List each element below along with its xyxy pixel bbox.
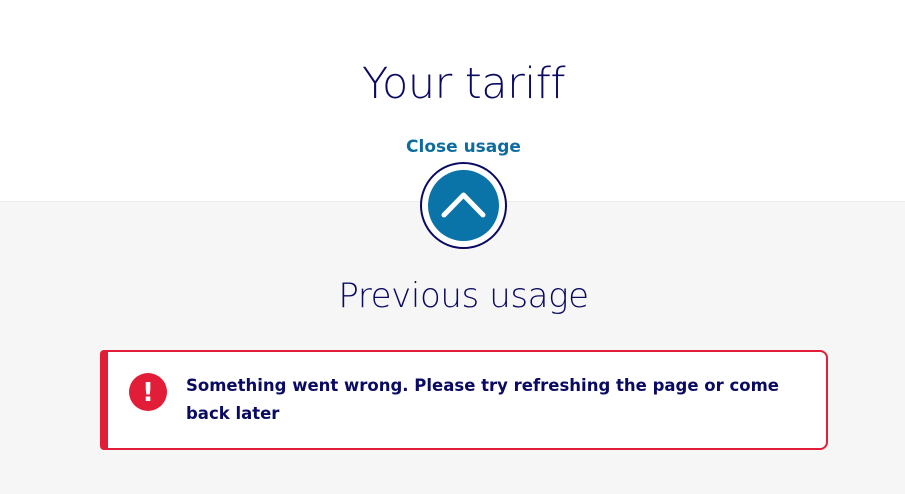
chevron-up-icon — [441, 192, 486, 218]
exclamation-glyph: ! — [142, 378, 154, 408]
error-alert: ! Something went wrong. Please try refre… — [100, 350, 828, 450]
error-message: Something went wrong. Please try refresh… — [186, 376, 779, 423]
toggle-button-fill — [428, 170, 499, 241]
close-usage-toggle-button[interactable] — [420, 162, 507, 249]
page-title: Your tariff — [361, 59, 566, 109]
section-title: Previous usage — [338, 276, 589, 316]
close-usage-link[interactable]: Close usage — [0, 136, 905, 158]
exclamation-icon: ! — [129, 373, 167, 411]
